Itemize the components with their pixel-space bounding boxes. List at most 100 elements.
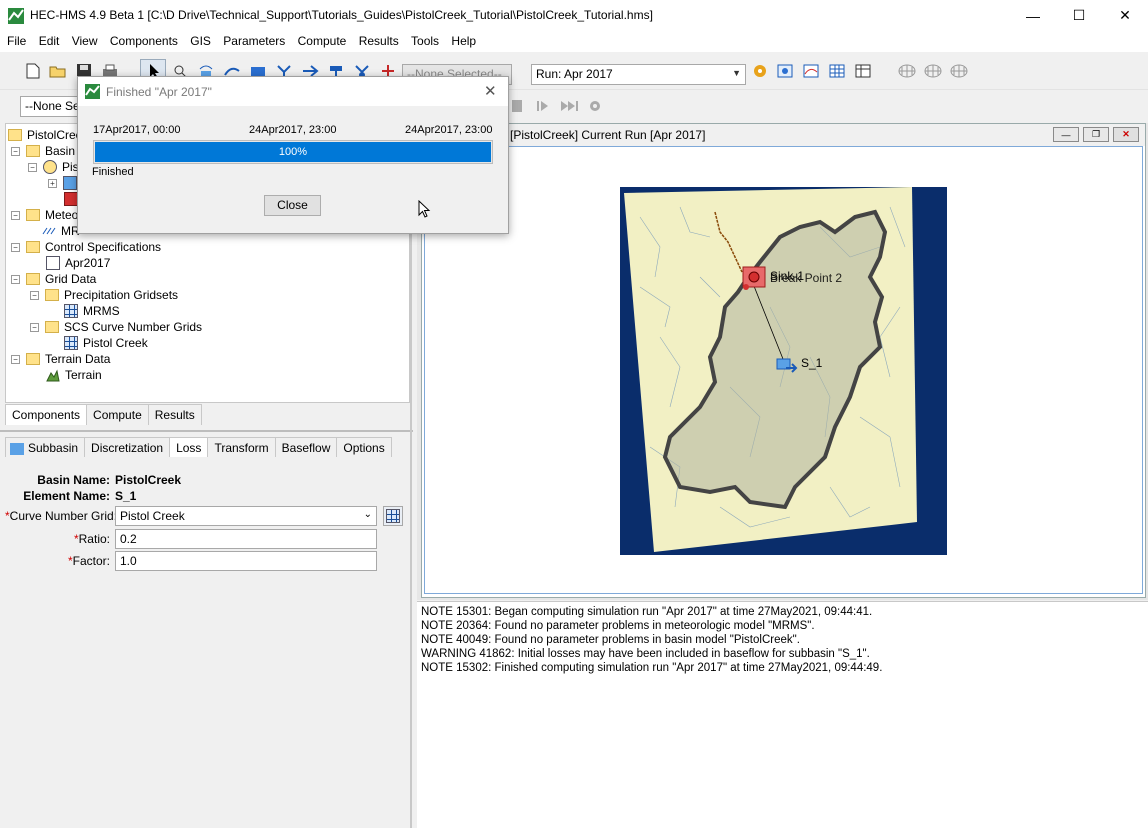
tree-control-specs[interactable]: − Control Specifications: [11, 239, 161, 255]
new-file-icon[interactable]: [23, 61, 43, 81]
map-canvas[interactable]: Sink-1 Break Point 2 S_1: [424, 146, 1143, 594]
tab-transform[interactable]: Transform: [207, 437, 276, 458]
collapse-icon[interactable]: −: [30, 322, 39, 332]
chevron-down-icon: ▼: [732, 68, 741, 78]
map-restore-icon[interactable]: ❐: [1083, 127, 1109, 142]
summary-table-icon[interactable]: [827, 61, 847, 81]
tab-results[interactable]: Results: [147, 404, 202, 425]
tree-grid-data[interactable]: − Grid Data: [11, 271, 96, 287]
progress-end-label: 24Apr2017, 23:00: [405, 124, 493, 136]
progress-start-label: 17Apr2017, 00:00: [93, 124, 181, 136]
collapse-icon[interactable]: −: [11, 210, 20, 220]
folder-icon: [26, 145, 40, 157]
tree-scs-grids[interactable]: − SCS Curve Number Grids: [30, 319, 202, 335]
maximize-icon[interactable]: ☐: [1056, 0, 1102, 31]
break-point-icon[interactable]: [743, 284, 749, 290]
menu-parameters[interactable]: Parameters: [223, 31, 285, 48]
log-line: NOTE 40049: Found no parameter problems …: [421, 634, 800, 646]
tab-options[interactable]: Options: [336, 437, 392, 458]
menu-components[interactable]: Components: [110, 31, 178, 48]
grid-icon: [64, 336, 78, 350]
collapse-icon[interactable]: −: [11, 146, 20, 156]
tree-terrain-data-label: Terrain Data: [45, 352, 111, 366]
tab-discretization[interactable]: Discretization: [84, 437, 171, 458]
subbasin-icon: [10, 442, 24, 455]
settings-gear-icon[interactable]: [588, 99, 602, 116]
tab-components[interactable]: Components: [5, 404, 88, 425]
tree-precip-item[interactable]: MRMS: [64, 303, 120, 319]
run-selector[interactable]: Run: Apr 2017 ▼: [531, 64, 746, 85]
gis-grid-icon-1[interactable]: [897, 61, 917, 81]
stop-icon[interactable]: [512, 100, 522, 112]
tree-precip-item-label: MRMS: [83, 304, 120, 318]
tree-terrain-item[interactable]: Terrain: [46, 367, 102, 383]
dialog-titlebar: Finished "Apr 2017" ✕: [78, 77, 508, 106]
factor-input[interactable]: 1.0: [115, 551, 377, 571]
menu-help[interactable]: Help: [451, 31, 476, 48]
close-button[interactable]: Close: [264, 195, 321, 216]
tree-control-item[interactable]: Apr2017: [46, 255, 110, 271]
collapse-icon[interactable]: −: [11, 354, 20, 364]
splitter-horizontal[interactable]: [0, 430, 413, 432]
run-selector-value: Run: Apr 2017: [536, 67, 613, 81]
tab-compute[interactable]: Compute: [86, 404, 149, 425]
step-forward-icon[interactable]: [536, 99, 550, 116]
tree-scs-item[interactable]: Pistol Creek: [64, 335, 148, 351]
menu-results[interactable]: Results: [359, 31, 399, 48]
map-window: [PistolCreek] Current Run [Apr 2017] — ❐…: [421, 123, 1146, 598]
menu-file[interactable]: File: [7, 31, 26, 48]
progress-current-label: 24Apr2017, 23:00: [249, 124, 337, 136]
time-series-table-icon[interactable]: [853, 61, 873, 81]
progress-bar: 100%: [93, 140, 493, 164]
tab-loss[interactable]: Loss: [169, 437, 209, 458]
collapse-icon[interactable]: −: [30, 290, 39, 300]
compute-run-icon[interactable]: [750, 61, 770, 81]
tree-grid-data-label: Grid Data: [45, 272, 97, 286]
fast-forward-icon[interactable]: [560, 99, 580, 116]
tree-met-item[interactable]: MR: [42, 223, 80, 239]
app-icon: [85, 84, 100, 102]
open-folder-icon[interactable]: [48, 61, 68, 81]
curve-number-value: Pistol Creek: [120, 509, 185, 523]
dialog-title: Finished "Apr 2017": [106, 85, 212, 99]
folder-icon: [45, 289, 59, 301]
collapse-icon[interactable]: −: [28, 162, 37, 172]
grid-icon: [386, 509, 400, 523]
ratio-input[interactable]: 0.2: [115, 529, 377, 549]
menu-edit[interactable]: Edit: [39, 31, 60, 48]
minimize-icon[interactable]: —: [1010, 0, 1056, 31]
folder-icon: [26, 353, 40, 365]
gis-grid-icon-2[interactable]: [923, 61, 943, 81]
basin-name-value: PistolCreek: [115, 473, 182, 487]
property-tabs: Subbasin Discretization Loss Transform B…: [5, 437, 392, 458]
gis-grid-icon-3[interactable]: [949, 61, 969, 81]
factor-label: *Factor:: [67, 554, 110, 568]
global-summary-icon[interactable]: [775, 61, 795, 81]
tab-subbasin[interactable]: Subbasin: [5, 437, 86, 458]
expand-icon[interactable]: +: [48, 178, 57, 188]
progress-percent: 100%: [278, 146, 308, 158]
collapse-icon[interactable]: −: [11, 242, 20, 252]
collapse-icon[interactable]: −: [11, 274, 20, 284]
window-title: HEC-HMS 4.9 Beta 1 [C:\D Drive\Technical…: [30, 8, 653, 22]
basin-model-icon: [43, 160, 57, 174]
dialog-close-icon[interactable]: ✕: [484, 82, 497, 100]
tree-terrain-data[interactable]: − Terrain Data: [11, 351, 110, 367]
map-window-titlebar: [PistolCreek] Current Run [Apr 2017] — ❐…: [422, 124, 1145, 146]
graph-icon[interactable]: [801, 61, 821, 81]
menu-compute[interactable]: Compute: [298, 31, 347, 48]
grid-browse-button[interactable]: [383, 506, 403, 526]
menu-tools[interactable]: Tools: [411, 31, 439, 48]
close-icon[interactable]: ✕: [1102, 0, 1148, 31]
map-close-icon[interactable]: ✕: [1113, 127, 1139, 142]
tab-baseflow[interactable]: Baseflow: [274, 437, 338, 458]
menu-gis[interactable]: GIS: [190, 31, 211, 48]
calendar-icon: [46, 256, 60, 270]
tree-precip-gridsets[interactable]: − Precipitation Gridsets: [30, 287, 178, 303]
map-minimize-icon[interactable]: —: [1053, 127, 1079, 142]
sink-icon: [64, 192, 78, 206]
tree-basin-item[interactable]: − Pis: [28, 159, 79, 175]
curve-number-select[interactable]: Pistol Creek ⌄: [115, 506, 377, 526]
tree-met-models[interactable]: − Meteor: [11, 207, 82, 223]
menu-view[interactable]: View: [72, 31, 98, 48]
